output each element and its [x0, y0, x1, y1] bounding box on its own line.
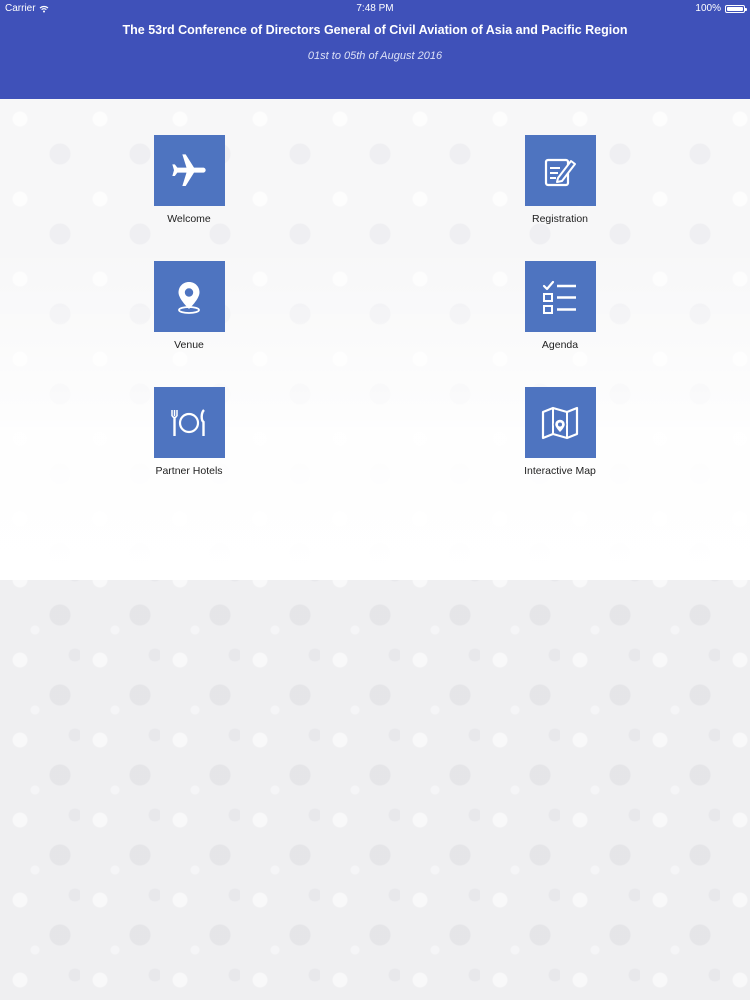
menu-tile-label: Venue: [174, 339, 204, 351]
menu-tile-label: Partner Hotels: [155, 465, 223, 477]
menu-panel: Welcome Registration Venue Agenda Partne…: [0, 99, 750, 580]
menu-tile-interactive-map[interactable]: Interactive Map: [495, 387, 625, 477]
menu-tile-label: Agenda: [541, 339, 579, 351]
menu-tile-venue[interactable]: Venue: [124, 261, 254, 351]
app-header: Carrier 7:48 PM 100% The 53rd Conference…: [0, 0, 750, 99]
page-title: The 53rd Conference of Directors General…: [122, 23, 628, 37]
edit-form-icon: [524, 135, 596, 206]
battery-percent: 100%: [695, 3, 721, 14]
airplane-icon: [153, 135, 225, 206]
page-subtitle: 01st to 05th of August 2016: [307, 50, 443, 62]
status-bar: Carrier 7:48 PM 100%: [0, 0, 750, 16]
map-icon: [524, 387, 596, 458]
menu-tile-label: Registration: [531, 213, 589, 225]
menu-tile-partner-hotels[interactable]: Partner Hotels: [124, 387, 254, 477]
status-time: 7:48 PM: [356, 3, 394, 14]
dining-icon: [153, 387, 225, 458]
battery-icon: [725, 4, 747, 13]
menu-tile-agenda[interactable]: Agenda: [495, 261, 625, 351]
checklist-icon: [524, 261, 596, 332]
menu-tile-label: Interactive Map: [524, 465, 596, 477]
status-battery: 100%: [695, 3, 747, 14]
menu-tile-welcome[interactable]: Welcome: [124, 135, 254, 225]
menu-tile-registration[interactable]: Registration: [495, 135, 625, 225]
menu-tile-label: Welcome: [167, 213, 211, 225]
location-pin-icon: [153, 261, 225, 332]
